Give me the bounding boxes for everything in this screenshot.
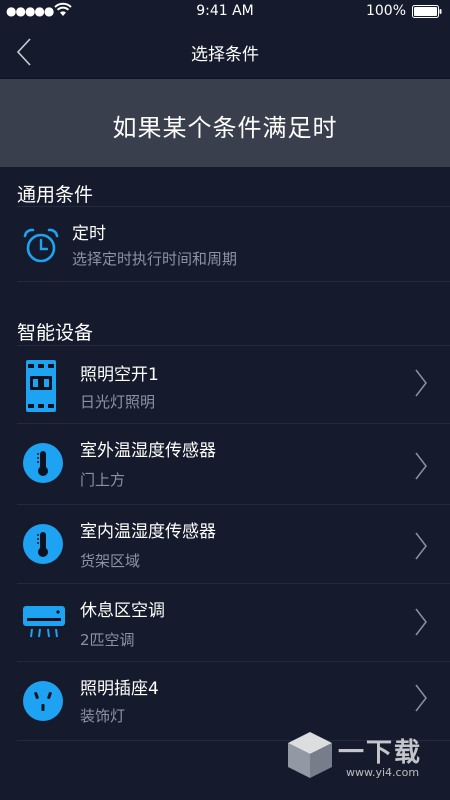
thermometer-icon	[23, 524, 63, 564]
item-subtitle: 选择定时执行时间和周期	[72, 250, 238, 268]
chevron-right-icon	[415, 452, 427, 480]
circuit-breaker-icon	[26, 360, 56, 412]
socket-icon	[23, 681, 63, 721]
alarm-clock-icon	[23, 228, 59, 263]
list-item-device[interactable]: 室内温湿度传感器 货架区域	[0, 505, 450, 583]
section-title-devices: 智能设备	[17, 322, 94, 344]
list-item-timer[interactable]: 定时 选择定时执行时间和周期	[0, 207, 450, 281]
divider	[17, 281, 450, 282]
chevron-right-icon	[415, 532, 427, 560]
item-name: 定时	[72, 224, 106, 244]
watermark-url: www.yi4.com	[346, 766, 420, 779]
watermark-text: 一下载	[338, 738, 423, 768]
cube-logo-icon	[288, 732, 332, 778]
nav-bar: 选择条件	[0, 24, 450, 79]
list-item-device[interactable]: 室外温湿度传感器 门上方	[0, 424, 450, 504]
section-title-general: 通用条件	[17, 184, 94, 206]
banner-text: 如果某个条件满足时	[112, 114, 338, 142]
chevron-right-icon	[415, 369, 427, 397]
item-subtitle: 日光灯照明	[80, 393, 156, 411]
list-item-device[interactable]: 休息区空调 2匹空调	[0, 584, 450, 661]
item-subtitle: 门上方	[80, 471, 126, 489]
item-name: 室内温湿度传感器	[80, 522, 216, 542]
condition-banner: 如果某个条件满足时	[0, 79, 450, 167]
list-item-device[interactable]: 照明空开1 日光灯照明	[0, 346, 450, 423]
status-bar: ●●●●● 9:41 AM 100%	[0, 0, 450, 24]
battery-icon	[412, 5, 442, 18]
page-title: 选择条件	[191, 45, 259, 65]
item-name: 照明空开1	[80, 365, 159, 385]
watermark: 一下载 www.yi4.com	[286, 728, 436, 784]
chevron-right-icon	[415, 684, 427, 712]
item-subtitle: 2匹空调	[80, 631, 135, 649]
item-subtitle: 装饰灯	[80, 707, 126, 725]
thermometer-icon	[23, 443, 63, 483]
item-name: 室外温湿度传感器	[80, 441, 216, 461]
battery-percentage: 100%	[365, 3, 406, 19]
item-name: 照明插座4	[80, 679, 159, 699]
air-conditioner-icon	[23, 606, 65, 638]
chevron-right-icon	[415, 608, 427, 636]
item-name: 休息区空调	[80, 601, 165, 621]
item-subtitle: 货架区域	[80, 552, 141, 570]
